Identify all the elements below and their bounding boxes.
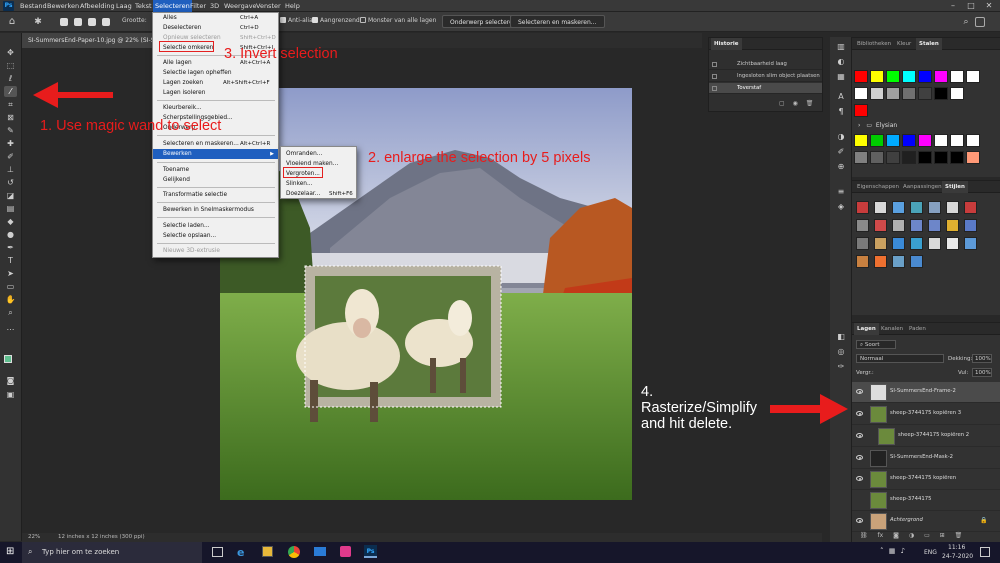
edge-icon[interactable]: e — [237, 546, 244, 559]
mail-icon[interactable] — [314, 547, 326, 556]
windows-start-icon[interactable]: ⊞ — [6, 547, 16, 557]
arrow-step-4 — [770, 394, 848, 424]
task-view-icon[interactable] — [212, 547, 223, 557]
photos-icon[interactable] — [340, 546, 351, 557]
search-icon: ⌕ — [28, 547, 33, 556]
clock-time[interactable]: 11:16 — [948, 544, 965, 551]
chevron-up-icon[interactable]: ˄ — [880, 547, 884, 555]
file-explorer-icon[interactable] — [262, 546, 273, 557]
taskbar-search-placeholder: Typ hier om te zoeken — [42, 548, 120, 556]
network-icon[interactable]: ▦ — [889, 547, 896, 555]
chrome-icon[interactable] — [288, 546, 300, 558]
photoshop-taskbar-icon[interactable]: Ps — [364, 545, 377, 558]
windows-taskbar: ⊞ ⌕ Typ hier om te zoeken e Ps ˄ ▦ ♪ ENG… — [0, 542, 1000, 563]
volume-icon[interactable]: ♪ — [901, 547, 905, 555]
taskbar-search[interactable]: ⌕ Typ hier om te zoeken — [22, 542, 202, 563]
annotation-arrows — [33, 82, 848, 424]
language-indicator[interactable]: ENG — [924, 549, 937, 556]
notification-icon[interactable] — [980, 547, 990, 557]
arrow-step-1 — [33, 82, 113, 108]
clock-date[interactable]: 24-7-2020 — [942, 553, 973, 560]
system-tray: ˄ ▦ ♪ — [880, 547, 905, 555]
